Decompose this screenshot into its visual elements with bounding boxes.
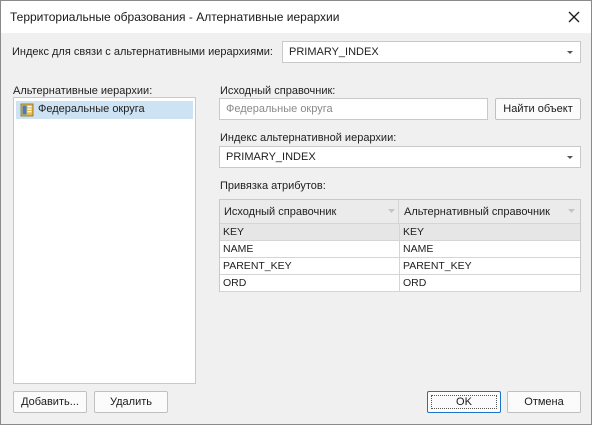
cell-source: PARENT_KEY: [223, 260, 292, 272]
sort-icon: [568, 209, 575, 213]
title-bar: Территориальные образования - Алтернатив…: [1, 1, 591, 33]
attributes-label: Привязка атрибутов:: [220, 180, 326, 192]
column-divider: [399, 224, 400, 292]
index-link-select[interactable]: PRIMARY_INDEX: [282, 41, 581, 63]
source-dictionary-value: Федеральные округа: [226, 103, 333, 115]
cell-source: KEY: [223, 226, 245, 238]
column-header-label: Исходный справочник: [224, 206, 337, 218]
attributes-grid[interactable]: Исходный справочник Альтернативный справ…: [219, 199, 581, 292]
hierarchies-list[interactable]: Федеральные округа: [13, 97, 196, 384]
window-title: Территориальные образования - Алтернатив…: [10, 10, 340, 24]
cell-source: ORD: [223, 277, 247, 289]
source-dictionary-label: Исходный справочник:: [220, 85, 336, 97]
table-row[interactable]: KEY KEY: [220, 224, 580, 241]
cell-source: NAME: [223, 243, 254, 255]
grid-header: Исходный справочник Альтернативный справ…: [220, 200, 580, 224]
sort-icon: [388, 209, 395, 213]
source-dictionary-field[interactable]: Федеральные округа: [219, 98, 488, 120]
cell-alternative: NAME: [403, 243, 434, 255]
dialog-window: Территориальные образования - Алтернатив…: [0, 0, 592, 425]
index-link-label: Индекс для связи с альтернативными иерар…: [12, 46, 273, 58]
find-object-button[interactable]: Найти объект: [495, 98, 581, 120]
table-row[interactable]: ORD ORD: [220, 275, 580, 292]
alt-index-label: Индекс альтернативной иерархии:: [220, 132, 397, 144]
dictionary-icon: [20, 103, 34, 117]
add-button[interactable]: Добавить...: [13, 391, 87, 413]
index-link-value: PRIMARY_INDEX: [289, 46, 379, 58]
table-row[interactable]: NAME NAME: [220, 241, 580, 258]
chevron-down-icon: [567, 156, 573, 159]
hierarchies-label: Альтернативные иерархии:: [13, 85, 153, 97]
cancel-button[interactable]: Отмена: [507, 391, 581, 413]
close-button[interactable]: [561, 5, 587, 29]
ok-button[interactable]: OK: [427, 391, 501, 413]
chevron-down-icon: [567, 51, 573, 54]
focus-ring: [431, 395, 497, 409]
column-header-label: Альтернативный справочник: [404, 206, 550, 218]
alt-index-value: PRIMARY_INDEX: [226, 151, 316, 163]
cell-alternative: ORD: [403, 277, 427, 289]
alt-index-select[interactable]: PRIMARY_INDEX: [219, 146, 581, 168]
close-icon: [568, 11, 580, 23]
list-item-label: Федеральные округа: [38, 103, 145, 115]
cell-alternative: KEY: [403, 226, 425, 238]
column-header-alternative[interactable]: Альтернативный справочник: [400, 200, 580, 223]
list-item-federal-districts[interactable]: Федеральные округа: [16, 101, 193, 119]
remove-button[interactable]: Удалить: [94, 391, 168, 413]
table-row[interactable]: PARENT_KEY PARENT_KEY: [220, 258, 580, 275]
column-header-source[interactable]: Исходный справочник: [220, 200, 399, 223]
cell-alternative: PARENT_KEY: [403, 260, 472, 272]
